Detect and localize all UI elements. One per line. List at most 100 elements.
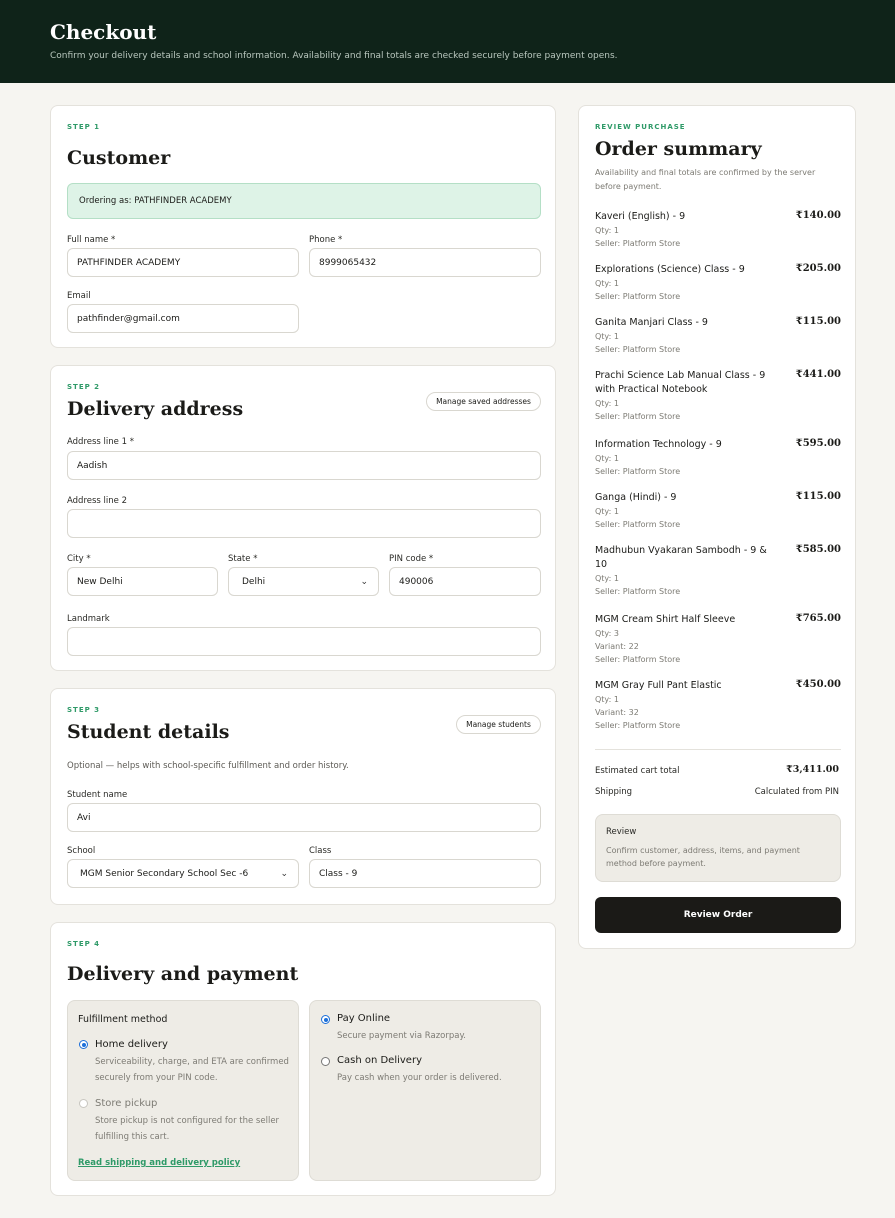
step-label: STEP 3	[67, 706, 101, 714]
page-subtitle: Confirm your delivery details and school…	[50, 51, 618, 61]
item-price: ₹115.00	[795, 316, 841, 327]
item-seller: Seller: Platform Store	[595, 467, 681, 476]
fulfillment-title: Fulfillment method	[78, 1014, 168, 1025]
item-name: Kaveri (English) - 9	[595, 211, 686, 222]
store-pickup-desc-1: Store pickup is not configured for the s…	[95, 1116, 280, 1126]
landmark-label: Landmark	[67, 614, 110, 624]
payment-panel: Pay Online Secure payment via Razorpay. …	[309, 1000, 541, 1181]
item-price: ₹585.00	[795, 544, 841, 555]
review-desc-1: Confirm customer, address, items, and pa…	[606, 846, 800, 855]
shipping-value: Calculated from PIN	[754, 787, 839, 797]
item-name: Explorations (Science) Class - 9	[595, 264, 745, 275]
class-label: Class	[309, 846, 332, 856]
cart-total-label: Estimated cart total	[595, 766, 680, 776]
item-seller: Seller: Platform Store	[595, 412, 681, 421]
item-qty: Qty: 1	[595, 574, 619, 583]
item-name: Information Technology - 9	[595, 439, 722, 450]
summary-divider	[595, 749, 841, 750]
page-header: Checkout Confirm your delivery details a…	[0, 0, 895, 83]
cash-on-delivery-title: Cash on Delivery	[337, 1055, 422, 1066]
state-select[interactable]: Delhi ⌄	[228, 567, 379, 596]
list-item: Ganita Manjari Class - 9 Qty: 1 Seller: …	[595, 316, 841, 356]
shipping-label: Shipping	[595, 787, 633, 797]
chevron-down-icon: ⌄	[360, 576, 368, 587]
address-line2-input[interactable]	[67, 509, 541, 538]
student-name-input[interactable]	[67, 803, 541, 832]
address-card: STEP 2 Delivery address Manage saved add…	[50, 365, 556, 671]
list-item: MGM Cream Shirt Half Sleeve Qty: 3 Varia…	[595, 613, 841, 666]
store-pickup-radio[interactable]	[79, 1099, 88, 1108]
item-price: ₹140.00	[795, 210, 841, 221]
manage-students-button[interactable]: Manage students	[456, 715, 541, 734]
item-price: ₹595.00	[795, 438, 841, 449]
review-notice: Review Confirm customer, address, items,…	[595, 814, 841, 882]
cart-total-value: ₹3,411.00	[786, 764, 839, 775]
pin-label: PIN code *	[389, 554, 434, 564]
customer-card: STEP 1 Customer Ordering as: PATHFINDER …	[50, 105, 556, 348]
item-seller: Seller: Platform Store	[595, 239, 681, 248]
phone-input[interactable]	[309, 248, 541, 277]
student-hint: Optional — helps with school-specific fu…	[67, 761, 349, 771]
summary-eyebrow: REVIEW PURCHASE	[595, 123, 686, 131]
item-qty: Qty: 1	[595, 399, 619, 408]
list-item: Information Technology - 9 Qty: 1 Seller…	[595, 438, 841, 478]
item-variant: Variant: 22	[595, 642, 639, 651]
fulfillment-panel: Fulfillment method Home delivery Service…	[67, 1000, 299, 1181]
item-qty: Qty: 1	[595, 695, 619, 704]
item-price: ₹450.00	[795, 679, 841, 690]
item-variant: Variant: 32	[595, 708, 639, 717]
store-pickup-desc-2: fulfilling this cart.	[95, 1132, 170, 1142]
summary-desc-2: before payment.	[595, 182, 662, 191]
item-price: ₹115.00	[795, 491, 841, 502]
list-item: Madhubun Vyakaran Sambodh - 9 & 10 Qty: …	[595, 544, 841, 598]
student-title: Student details	[67, 721, 230, 743]
summary-title: Order summary	[595, 138, 762, 160]
student-name-label: Student name	[67, 790, 128, 800]
school-label: School	[67, 846, 96, 856]
item-qty: Qty: 3	[595, 629, 619, 638]
full-name-input[interactable]	[67, 248, 299, 277]
home-delivery-radio[interactable]	[79, 1040, 88, 1049]
cash-on-delivery-radio[interactable]	[321, 1057, 330, 1066]
delivery-card: STEP 4 Delivery and payment Fulfillment …	[50, 922, 556, 1196]
item-seller: Seller: Platform Store	[595, 655, 681, 664]
home-delivery-title: Home delivery	[95, 1039, 168, 1050]
manage-addresses-button[interactable]: Manage saved addresses	[426, 392, 541, 411]
phone-label: Phone *	[309, 235, 343, 245]
review-title: Review	[606, 827, 637, 837]
ordering-as-notice: Ordering as: PATHFINDER ACADEMY	[67, 183, 541, 219]
list-item: Ganga (Hindi) - 9 Qty: 1 Seller: Platfor…	[595, 491, 841, 531]
list-item: Kaveri (English) - 9 Qty: 1 Seller: Plat…	[595, 210, 841, 250]
home-delivery-desc-2: securely from your PIN code.	[95, 1073, 218, 1083]
item-qty: Qty: 1	[595, 226, 619, 235]
item-seller: Seller: Platform Store	[595, 587, 681, 596]
pay-online-desc: Secure payment via Razorpay.	[337, 1031, 467, 1041]
store-pickup-title: Store pickup	[95, 1098, 158, 1109]
full-name-label: Full name *	[67, 235, 116, 245]
review-order-button[interactable]: Review Order	[595, 897, 841, 933]
item-seller: Seller: Platform Store	[595, 520, 681, 529]
step-label: STEP 2	[67, 383, 101, 391]
pay-online-title: Pay Online	[337, 1013, 391, 1024]
item-name: Ganita Manjari Class - 9	[595, 317, 708, 328]
pay-online-radio[interactable]	[321, 1015, 330, 1024]
school-select[interactable]: MGM Senior Secondary School Sec -6 ⌄	[67, 859, 299, 888]
item-name: MGM Cream Shirt Half Sleeve	[595, 614, 736, 625]
item-seller: Seller: Platform Store	[595, 345, 681, 354]
home-delivery-desc-1: Serviceability, charge, and ETA are conf…	[95, 1057, 289, 1067]
cash-on-delivery-desc: Pay cash when your order is delivered.	[337, 1073, 502, 1083]
email-input[interactable]	[67, 304, 299, 333]
item-price: ₹441.00	[795, 369, 841, 380]
pin-input[interactable]	[389, 567, 541, 596]
city-input[interactable]	[67, 567, 218, 596]
shipping-policy-link[interactable]: Read shipping and delivery policy	[78, 1158, 240, 1168]
address-line1-input[interactable]	[67, 451, 541, 480]
list-item: Explorations (Science) Class - 9 Qty: 1 …	[595, 263, 841, 303]
class-input[interactable]	[309, 859, 541, 888]
state-label: State *	[228, 554, 258, 564]
order-summary-card: REVIEW PURCHASE Order summary Availabili…	[578, 105, 856, 949]
page-title: Checkout	[50, 20, 157, 44]
landmark-input[interactable]	[67, 627, 541, 656]
review-desc-2: method before payment.	[606, 859, 706, 868]
delivery-title: Delivery and payment	[67, 963, 299, 985]
